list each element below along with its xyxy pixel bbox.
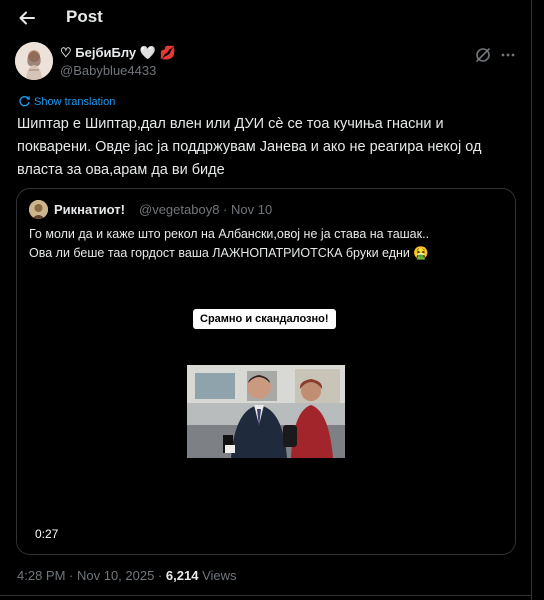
tweet-text: Шиптар е Шиптар,дал влен или ДУИ сè се т… bbox=[17, 116, 482, 178]
show-translation-link[interactable]: Show translation bbox=[18, 95, 115, 108]
back-button[interactable] bbox=[14, 5, 40, 31]
show-translation-label: Show translation bbox=[34, 96, 116, 108]
quoted-text-line: Ова ли беше таа гордост ваша ЛАЖНОПАТРИО… bbox=[29, 246, 429, 260]
divider bbox=[0, 595, 531, 596]
translate-icon bbox=[19, 96, 30, 107]
more-options-button[interactable] bbox=[499, 46, 517, 64]
quoted-text: Го моли да и каже што рекол на Албански,… bbox=[29, 225, 509, 263]
author-avatar[interactable] bbox=[15, 42, 53, 80]
quoted-date: · Nov 10 bbox=[223, 202, 273, 217]
video-caption: Срамно и скандалозно! bbox=[193, 309, 336, 329]
video-duration: 0:27 bbox=[35, 527, 59, 541]
author-handle[interactable]: @Babyblue4433 bbox=[60, 63, 156, 78]
grok-button[interactable] bbox=[474, 46, 492, 64]
quoted-author-avatar[interactable] bbox=[29, 200, 48, 219]
quoted-tweet[interactable]: Рикнатиот! @vegetaboy8 · Nov 10 Го моли … bbox=[16, 188, 516, 555]
post-header: Post bbox=[0, 0, 531, 38]
grok-icon bbox=[476, 48, 490, 62]
post-meta: 4:28 PM · Nov 10, 2025 · 6,214 Views bbox=[17, 568, 237, 583]
more-horizontal-icon bbox=[501, 53, 515, 57]
views-count: 6,214 bbox=[165, 568, 199, 583]
post-time[interactable]: 4:28 PM bbox=[17, 568, 65, 583]
author-name-emoji: 🤍 💋 bbox=[139, 45, 176, 60]
post-date[interactable]: · Nov 10, 2025 · bbox=[69, 568, 162, 583]
video-frame bbox=[187, 365, 345, 458]
quoted-author-handle[interactable]: @vegetaboy8 bbox=[139, 202, 219, 217]
arrow-left-icon bbox=[19, 11, 35, 25]
views-label: Views bbox=[202, 568, 237, 583]
video-player[interactable]: Срамно и скандалозно! 0:27 bbox=[17, 273, 515, 554]
quoted-author-meta: @vegetaboy8 · Nov 10 bbox=[139, 202, 272, 217]
author-display-name: ♡ БејбиБлу bbox=[60, 45, 137, 60]
page-title: Post bbox=[66, 7, 103, 26]
quoted-text-line: Го моли да и каже што рекол на Албански,… bbox=[29, 227, 430, 241]
quoted-author-name[interactable]: Рикнатиот! bbox=[54, 202, 125, 217]
author-name[interactable]: ♡ БејбиБлу 🤍 💋 bbox=[60, 45, 176, 61]
